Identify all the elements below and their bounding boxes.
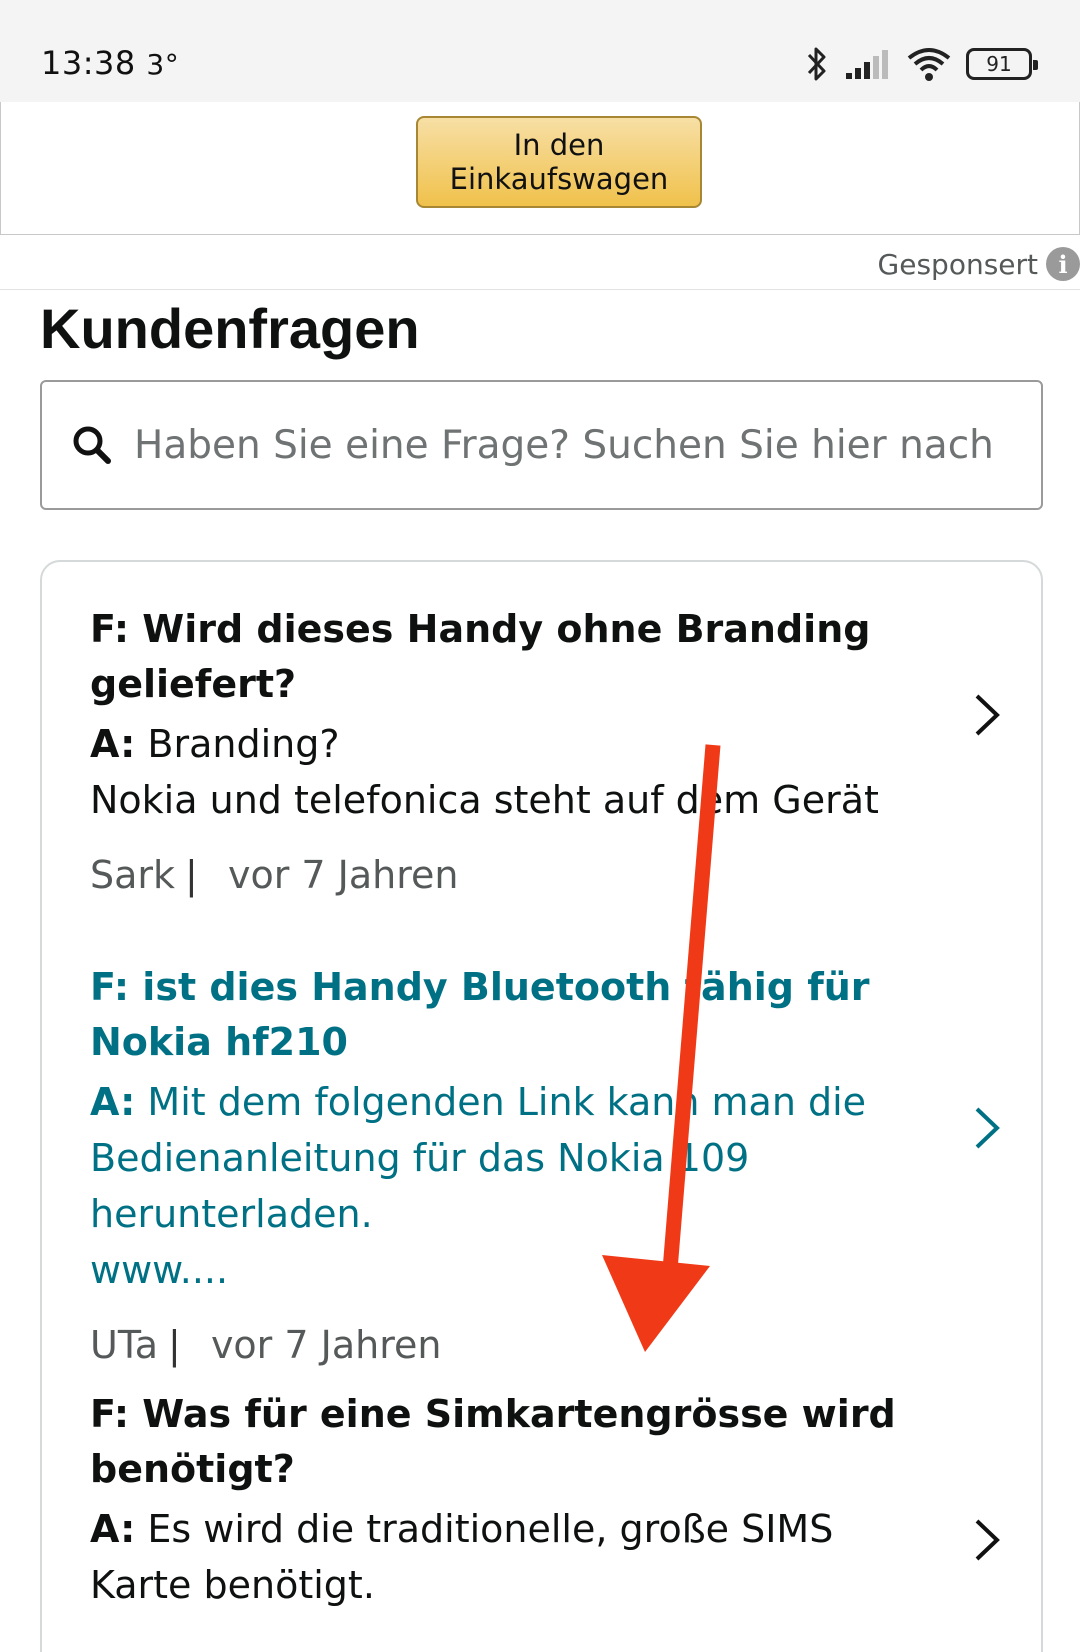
answer-author: UTa	[90, 1323, 159, 1367]
answer-date: vor 7 Jahren	[210, 1323, 442, 1367]
wifi-icon	[907, 48, 951, 81]
qa-item[interactable]: F: Was für eine Simkartengrösse wird ben…	[90, 1387, 940, 1613]
answer-meta: Sark | vor 7 Jahren	[90, 853, 459, 897]
chevron-right-icon[interactable]	[971, 1517, 1003, 1563]
qa-item[interactable]: F: Wird dieses Handy ohne Branding gelie…	[90, 602, 940, 900]
answer-text: A: Branding? Nokia und telefonica steht …	[90, 716, 940, 828]
answer-body: Es wird die traditionelle, große SIMS Ka…	[90, 1507, 834, 1607]
add-to-cart-button[interactable]: In den Einkaufswagen	[416, 116, 702, 208]
sponsored-ad: In den Einkaufswagen	[0, 102, 1080, 235]
answer-date: vor 7 Jahren	[227, 853, 459, 897]
answer-body: Mit dem folgenden Link kann man die Bedi…	[90, 1080, 867, 1236]
temperature: 3°	[146, 48, 180, 81]
answer-meta: UTa | vor 7 Jahren	[90, 1323, 442, 1367]
answer-prefix: A:	[90, 722, 136, 766]
divider	[0, 289, 1080, 290]
clock: 13:38	[41, 44, 136, 82]
answer-prefix: A:	[90, 1507, 136, 1551]
section-title: Kundenfragen	[40, 297, 420, 360]
cart-button-line1: In den	[513, 128, 605, 162]
answer-text: A: Mit dem folgenden Link kann man die B…	[90, 1074, 940, 1298]
bluetooth-icon	[807, 47, 826, 81]
answer-text: A: Es wird die traditionelle, große SIMS…	[90, 1501, 940, 1613]
battery-level: 91	[986, 52, 1012, 76]
question-text: F: Was für eine Simkartengrösse wird ben…	[90, 1392, 896, 1491]
answer-prefix: A:	[90, 1080, 136, 1124]
battery-icon: 91	[966, 48, 1038, 80]
status-bar: 13:38 3° 91	[0, 0, 1080, 102]
chevron-right-icon[interactable]	[971, 1105, 1003, 1151]
answer-link[interactable]: www....	[90, 1248, 228, 1292]
sponsored-label-row[interactable]: Gesponsert i	[878, 246, 1080, 282]
question-text: F: ist dies Handy Bluetooth fähig für No…	[90, 965, 870, 1064]
info-icon[interactable]: i	[1046, 247, 1080, 281]
questions-card: F: Wird dieses Handy ohne Branding gelie…	[40, 560, 1043, 1652]
question-search-input[interactable]	[134, 422, 1014, 468]
answer-line1: Branding?	[147, 722, 340, 766]
signal-icon	[846, 50, 888, 79]
sponsored-label: Gesponsert	[877, 247, 1038, 281]
qa-item[interactable]: F: ist dies Handy Bluetooth fähig für No…	[90, 960, 940, 1370]
chevron-right-icon[interactable]	[971, 692, 1003, 738]
question-text: F: Wird dieses Handy ohne Branding gelie…	[90, 607, 871, 706]
answer-line2: Nokia und telefonica steht auf dem Gerät	[90, 778, 879, 822]
answer-author: Sark	[90, 853, 176, 897]
question-search-box[interactable]	[40, 380, 1043, 510]
status-time: 13:38 3°	[41, 44, 179, 82]
search-icon	[73, 426, 111, 464]
status-icons: 91	[804, 44, 1038, 84]
cart-button-line2: Einkaufswagen	[449, 162, 669, 196]
